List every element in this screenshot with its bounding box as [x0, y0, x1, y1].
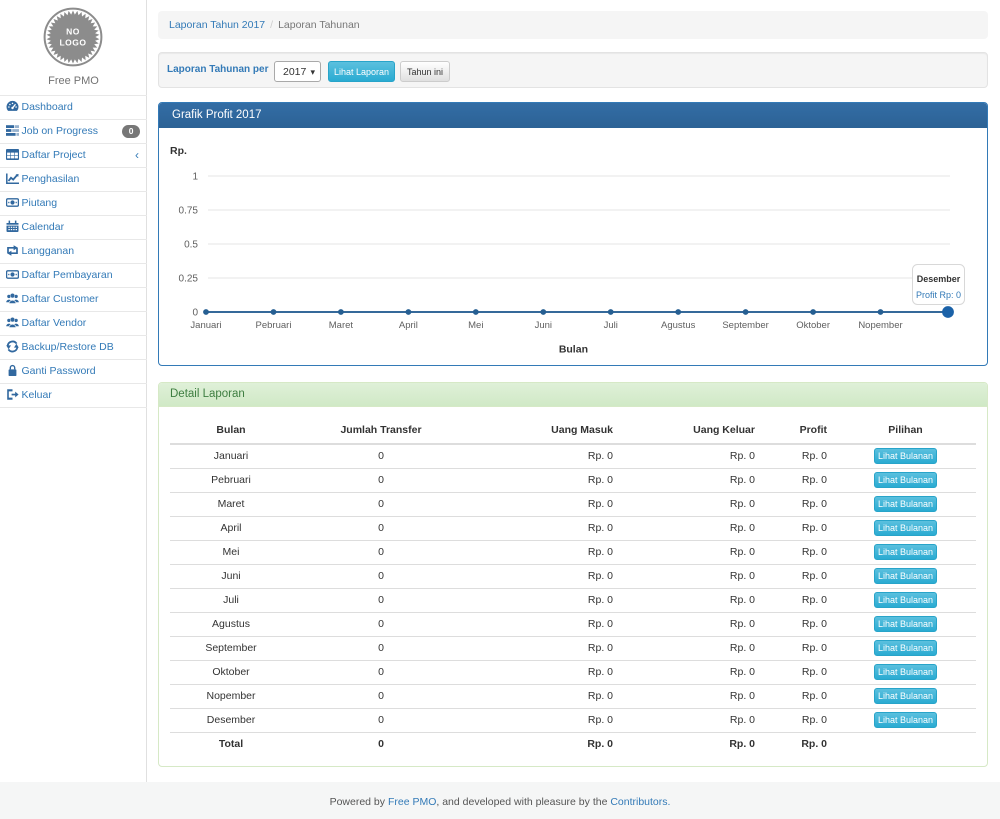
svg-text:Januari: Januari — [190, 320, 221, 331]
svg-text:Bulan: Bulan — [559, 344, 588, 356]
svg-text:0.75: 0.75 — [179, 206, 199, 217]
svg-text:LOGO: LOGO — [59, 38, 86, 48]
svg-text:September: September — [722, 320, 768, 331]
svg-text:0: 0 — [192, 308, 198, 319]
svg-text:1: 1 — [192, 172, 198, 183]
svg-text:Nopember: Nopember — [858, 320, 902, 331]
svg-text:Profit Rp: 0: Profit Rp: 0 — [916, 290, 961, 300]
svg-text:NO: NO — [66, 27, 80, 37]
svg-text:0.25: 0.25 — [179, 274, 199, 285]
svg-text:Rp.: Rp. — [170, 145, 187, 157]
svg-text:Oktober: Oktober — [796, 320, 830, 331]
svg-text:Pebruari: Pebruari — [256, 320, 292, 331]
svg-text:Juni: Juni — [535, 320, 552, 331]
svg-text:Desember: Desember — [917, 274, 961, 284]
svg-text:April: April — [399, 320, 418, 331]
svg-text:0.5: 0.5 — [184, 240, 198, 251]
svg-text:Juli: Juli — [604, 320, 618, 331]
svg-text:Mei: Mei — [468, 320, 483, 331]
svg-text:Maret: Maret — [329, 320, 354, 331]
svg-text:Agustus: Agustus — [661, 320, 696, 331]
